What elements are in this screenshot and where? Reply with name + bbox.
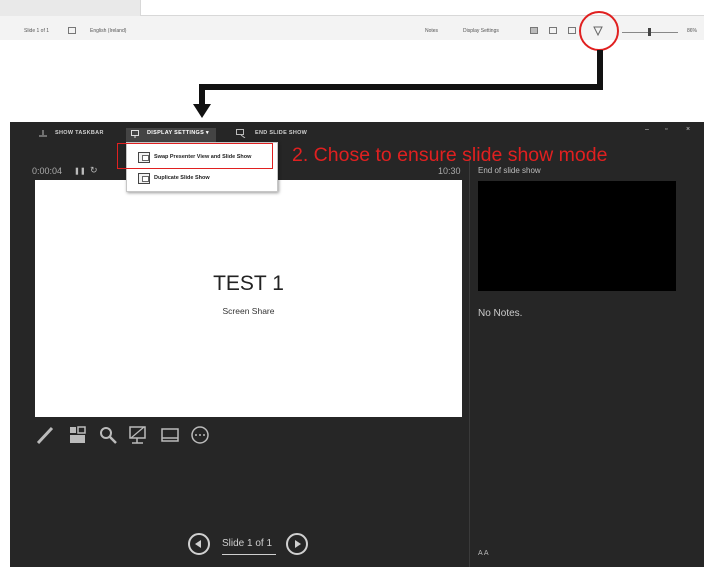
annotation-highlight-box (117, 143, 273, 169)
presenter-view: SHOW TASKBAR DISPLAY SETTINGS ▾ END SLID… (10, 122, 704, 567)
duplicate-slide-show-option[interactable]: Duplicate Slide Show (127, 169, 279, 189)
normal-view-icon[interactable] (530, 27, 538, 34)
zoom-icon[interactable] (97, 424, 119, 446)
slide-subtitle: Screen Share (222, 306, 275, 316)
speaker-notes: No Notes. (478, 308, 523, 319)
annotation-arrow-head (193, 104, 211, 118)
annotation-arrow-stem (199, 84, 205, 106)
presenter-tools (35, 424, 255, 446)
slide-title: TEST 1 (213, 272, 284, 295)
pen-icon[interactable] (35, 424, 57, 446)
display-settings-label[interactable]: DISPLAY SETTINGS ▾ (147, 130, 209, 136)
duplicate-slide-show-label: Duplicate Slide Show (154, 175, 210, 181)
notes-button[interactable]: Notes (425, 28, 438, 34)
zoom-level[interactable]: 86% (687, 28, 697, 34)
presenter-toolbar: SHOW TASKBAR DISPLAY SETTINGS ▾ END SLID… (10, 122, 704, 146)
pane-divider[interactable] (469, 160, 470, 567)
next-slide-button[interactable] (286, 533, 308, 555)
next-slide-label: End of slide show (478, 166, 541, 175)
display-settings-button[interactable]: Display Settings (463, 28, 499, 34)
status-language[interactable]: English (Ireland) (90, 28, 126, 34)
restore-button[interactable]: ▫ (665, 126, 667, 133)
slide-editor-area (140, 0, 704, 16)
slide-thumbnail-pane (0, 0, 140, 16)
slide-counter[interactable]: Slide 1 of 1 (222, 538, 272, 549)
monitor-icon (131, 130, 139, 138)
screenshot-root: Slide 1 of 1 English (Ireland) Notes Dis… (0, 0, 704, 567)
slide-counter-underline (222, 554, 276, 555)
annotation-circle (579, 11, 619, 51)
duplicate-view-icon (138, 173, 150, 184)
pause-timer-icon[interactable]: ❚❚ (74, 167, 86, 175)
end-slide-show-button[interactable]: END SLIDE SHOW (255, 130, 307, 136)
current-time: 10:30 (438, 166, 461, 176)
previous-slide-button[interactable] (188, 533, 210, 555)
minimize-button[interactable]: – (645, 126, 649, 133)
elapsed-timer: 0:00:04 (32, 166, 63, 176)
black-screen-icon[interactable] (159, 424, 181, 446)
show-taskbar-button[interactable]: SHOW TASKBAR (55, 130, 104, 136)
current-slide: TEST 1 Screen Share (35, 180, 462, 417)
annotation-arrow-horizontal (199, 84, 603, 90)
pointer-options-icon[interactable] (127, 424, 149, 446)
restart-timer-icon[interactable]: ↻ (90, 165, 98, 176)
see-all-slides-icon[interactable] (67, 424, 89, 446)
annotation-text: 2. Chose to ensure slide show mode (292, 144, 608, 166)
slide-sorter-icon[interactable] (549, 27, 557, 34)
end-show-icon (236, 129, 246, 138)
font-size-buttons[interactable]: A A (478, 550, 489, 557)
next-slide-preview (478, 181, 676, 291)
more-options-icon[interactable] (189, 424, 211, 446)
zoom-slider-knob[interactable] (648, 28, 651, 36)
reading-view-icon[interactable] (568, 27, 576, 34)
taskbar-icon (39, 130, 47, 137)
close-button[interactable]: × (686, 126, 690, 133)
status-slide-count: Slide 1 of 1 (24, 28, 50, 34)
accessibility-icon[interactable] (68, 27, 76, 34)
